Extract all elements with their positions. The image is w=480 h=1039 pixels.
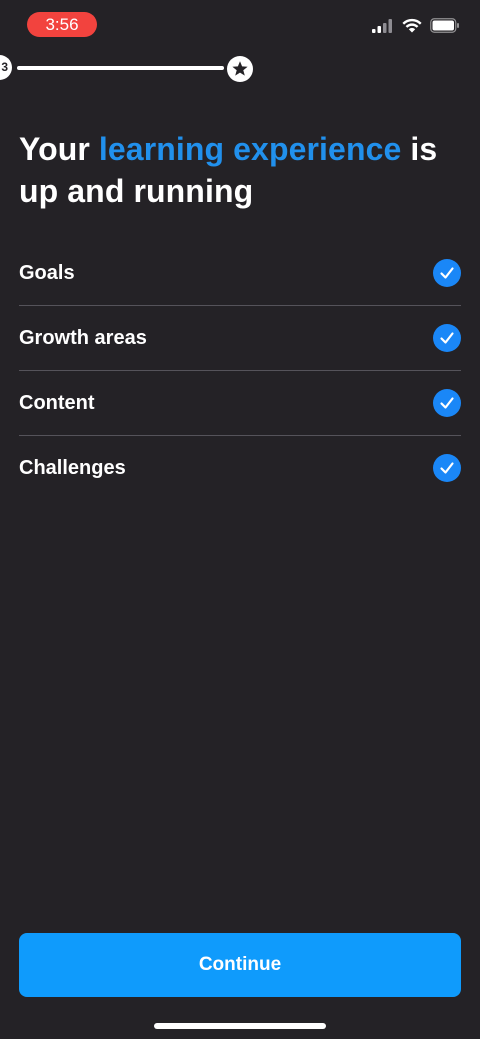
checklist-item-label: Goals xyxy=(19,261,75,284)
cellular-signal-icon xyxy=(372,18,394,38)
progress-track xyxy=(17,66,224,70)
title-part-1: Your xyxy=(19,131,99,167)
checklist-item-label: Challenges xyxy=(19,456,126,479)
home-indicator[interactable] xyxy=(154,1023,326,1029)
title-highlight: learning experience xyxy=(98,131,402,167)
checklist-item-goals: Goals xyxy=(19,241,461,306)
status-time: 3:56 xyxy=(27,12,97,37)
checklist-item-label: Growth areas xyxy=(19,326,147,349)
wifi-icon xyxy=(402,18,422,38)
battery-icon xyxy=(430,18,460,38)
checklist-item-challenges: Challenges xyxy=(19,436,461,500)
status-bar: 3:56 xyxy=(0,0,480,50)
continue-button[interactable]: Continue xyxy=(19,933,461,997)
checklist-item-label: Content xyxy=(19,391,95,414)
checkmark-icon xyxy=(433,324,461,352)
page-title: Your learning experience is up and runni… xyxy=(19,128,464,212)
setup-checklist: Goals Growth areas Content Challenges xyxy=(19,241,461,500)
checkmark-icon xyxy=(433,454,461,482)
status-icons xyxy=(372,18,460,38)
progress-bar: 3 xyxy=(0,55,260,82)
checkmark-icon xyxy=(433,259,461,287)
checkmark-icon xyxy=(433,389,461,417)
checklist-item-growth-areas: Growth areas xyxy=(19,306,461,371)
checklist-item-content: Content xyxy=(19,371,461,436)
star-icon xyxy=(227,56,253,82)
progress-step-marker: 3 xyxy=(0,55,12,80)
